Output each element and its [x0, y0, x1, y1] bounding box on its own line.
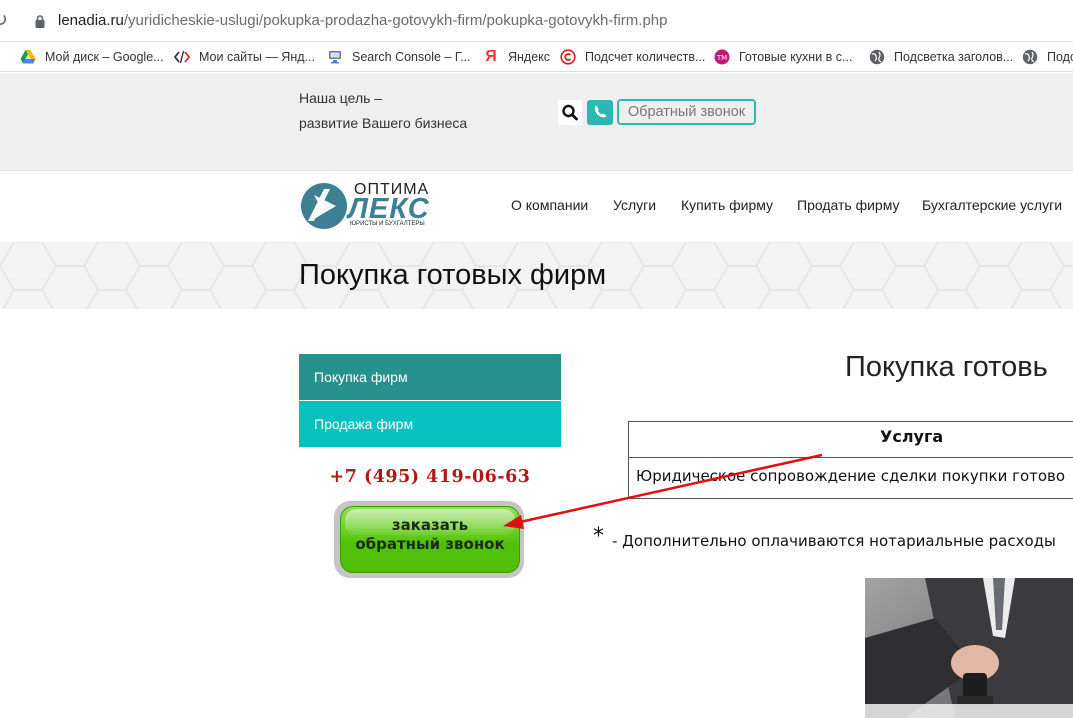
bookmark-label: Яндекс	[508, 50, 551, 64]
bookmark-item[interactable]: Подс	[1022, 47, 1073, 67]
bookmark-item[interactable]: Мои сайты — Янд...	[174, 47, 315, 67]
svg-text:TM: TM	[716, 54, 727, 62]
bookmark-label: Мои сайты — Янд...	[199, 50, 315, 64]
bookmark-item[interactable]: Подсветка заголов...	[869, 47, 1013, 67]
content-heading: Покупка готовь	[845, 351, 1048, 383]
bookmark-item[interactable]: Мой диск – Google...	[20, 47, 164, 67]
search-icon	[562, 104, 578, 121]
url-path: /yuridicheskie-uslugi/pokupka-prodazha-g…	[123, 12, 668, 29]
nav-services[interactable]: Услуги	[613, 197, 656, 213]
sidebar-item-sell-firms[interactable]: Продажа фирм	[299, 401, 561, 447]
bookmark-label: Подсветка заголов...	[894, 50, 1014, 64]
bookmark-label: Подс	[1047, 50, 1073, 64]
footnote-text: - Дополнительно оплачиваются нотариальны…	[612, 532, 1056, 550]
bookmark-item[interactable]: Я Яндекс	[483, 47, 550, 67]
bookmark-label: Search Console – Г...	[352, 50, 471, 64]
nav-accounting[interactable]: Бухгалтерские услуги	[922, 197, 1062, 213]
phone-number[interactable]: +7 (495) 419-06-63	[299, 467, 561, 487]
bookmark-item[interactable]: Подсчет количеств...	[560, 47, 705, 67]
nav-buy-firm[interactable]: Купить фирму	[681, 197, 773, 213]
tm-icon: TM	[714, 49, 730, 65]
phone-icon	[594, 105, 607, 118]
globe-icon	[1022, 49, 1038, 65]
search-console-icon	[329, 51, 341, 64]
callback-line: обратный звонок	[355, 535, 505, 553]
nav-about[interactable]: О компании	[511, 197, 588, 213]
bookmark-item[interactable]: TM Готовые кухни в с...	[714, 47, 852, 67]
bookmark-label: Готовые кухни в с...	[739, 50, 853, 64]
table-cell: Юридическое сопровождение сделки покупки…	[636, 467, 1066, 485]
phone-button[interactable]	[587, 100, 613, 125]
slogan-line: Наша цель –	[299, 90, 383, 106]
slogan-line: развитие Вашего бизнеса	[299, 115, 468, 131]
bookmark-label: Мой диск – Google...	[45, 50, 164, 64]
bookmark-item[interactable]: Search Console – Г...	[327, 47, 471, 67]
businessman-stamp-image	[865, 578, 1073, 718]
order-callback-label: заказать обратный звонок	[340, 516, 520, 554]
table-header-cell: Услуга	[880, 427, 944, 446]
code-icon	[174, 50, 190, 64]
sidebar-item-buy-firms[interactable]: Покупка фирм	[299, 354, 561, 400]
yandex-icon: Я	[485, 48, 497, 65]
globe-icon	[869, 49, 885, 65]
browser-address-bar: ↻ lenadia.ru/yuridicheskie-uslugi/pokupk…	[0, 0, 1073, 42]
slogan: Наша цель – развитие Вашего бизнеса	[299, 86, 467, 136]
bookmarks-bar: ı Мой диск – Google... Мои сайты — Янд..…	[0, 42, 1073, 72]
page-title: Покупка готовых фирм	[299, 259, 607, 291]
note-asterisk: *	[593, 524, 604, 549]
search-button[interactable]	[558, 100, 582, 125]
table-header-row	[628, 421, 1073, 458]
callback-top-button[interactable]: Обратный звонок	[617, 99, 756, 125]
url-domain: lenadia.ru	[58, 12, 124, 29]
google-drive-icon	[20, 50, 36, 64]
copyright-icon	[560, 49, 576, 65]
callback-line: заказать	[391, 516, 469, 534]
nav-sell-firm[interactable]: Продать фирму	[797, 197, 899, 213]
url-field[interactable]: lenadia.ru/yuridicheskie-uslugi/pokupka-…	[58, 12, 667, 29]
reload-icon[interactable]: ↻	[0, 9, 8, 31]
logo-tagline: ЮРИСТЫ И БУХГАЛТЕРЫ	[350, 221, 425, 227]
site-top-strip	[0, 73, 1073, 170]
lock-icon	[35, 15, 45, 28]
site-logo[interactable]: ОПТИМА ЛЕКС ЮРИСТЫ И БУХГАЛТЕРЫ	[300, 181, 455, 231]
bookmark-label: Подсчет количеств...	[585, 50, 706, 64]
notary-photo	[865, 578, 1073, 718]
